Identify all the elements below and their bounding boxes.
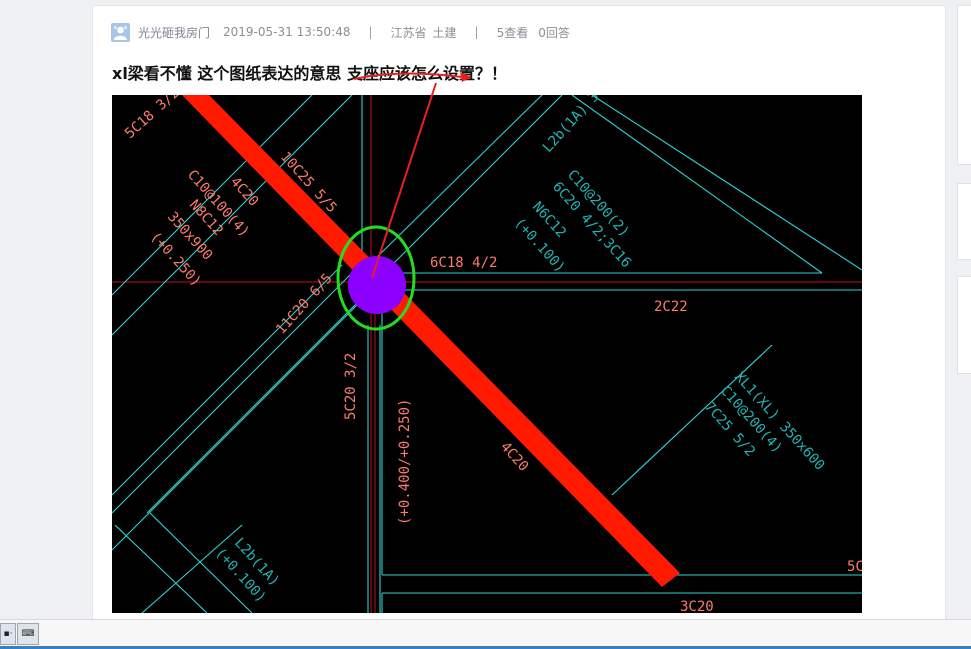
cad-label: 2C22 bbox=[654, 299, 688, 315]
sidebar-card-3 bbox=[957, 276, 971, 374]
cad-label: (+0.400/+0.250) bbox=[397, 399, 413, 525]
meta-separator: | bbox=[368, 25, 373, 39]
cad-label: 5C18 3/2 bbox=[122, 95, 183, 142]
sidebar-card-1 bbox=[957, 5, 971, 165]
post-meta: 光光砸我房门 2019-05-31 13:50:48 | 江苏省 土建 | 5查… bbox=[111, 22, 570, 42]
cad-label: 5C20 3/2 bbox=[343, 353, 359, 420]
beam-line bbox=[373, 95, 543, 261]
status-bar: ▪· ⌨ bbox=[0, 619, 971, 649]
beam-line bbox=[112, 304, 358, 551]
cad-label: 3C20 bbox=[680, 599, 714, 613]
beam-line bbox=[591, 95, 862, 271]
view-count: 5查看 bbox=[496, 25, 529, 40]
cad-label: 11C20 6/5 bbox=[273, 271, 336, 338]
ime-icon[interactable]: ▪· bbox=[0, 623, 16, 645]
sidebar-card-2 bbox=[957, 183, 971, 260]
post-datetime: 2019-05-31 13:50:48 bbox=[223, 25, 351, 39]
cad-label: L2b(1A) 300x750 bbox=[540, 95, 636, 156]
cad-drawing-image[interactable]: 5C18 3/2 10C25 5/5 C10@100(4) 4C20 N8C12… bbox=[112, 95, 862, 613]
keyboard-icon[interactable]: ⌨ bbox=[17, 623, 39, 645]
support-circle bbox=[348, 256, 406, 314]
highlighted-beam bbox=[182, 95, 680, 587]
cad-label: 6C18 4/2 bbox=[430, 255, 497, 271]
beam-line bbox=[114, 524, 208, 613]
post-province[interactable]: 江苏省 bbox=[391, 24, 427, 41]
beam-line bbox=[112, 274, 351, 514]
answer-count: 0回答 bbox=[538, 25, 570, 40]
post-title: xl梁看不懂 这个图纸表达的意思 支座应该怎么设置？！ bbox=[112, 64, 507, 83]
avatar[interactable] bbox=[111, 22, 130, 42]
post-category[interactable]: 土建 bbox=[433, 24, 457, 41]
beam-line bbox=[146, 299, 361, 514]
meta-separator: | bbox=[474, 25, 479, 39]
author-username[interactable]: 光光砸我房门 bbox=[138, 24, 210, 41]
cad-label: 5C bbox=[847, 559, 862, 575]
cad-label: 4C20 bbox=[227, 174, 261, 210]
